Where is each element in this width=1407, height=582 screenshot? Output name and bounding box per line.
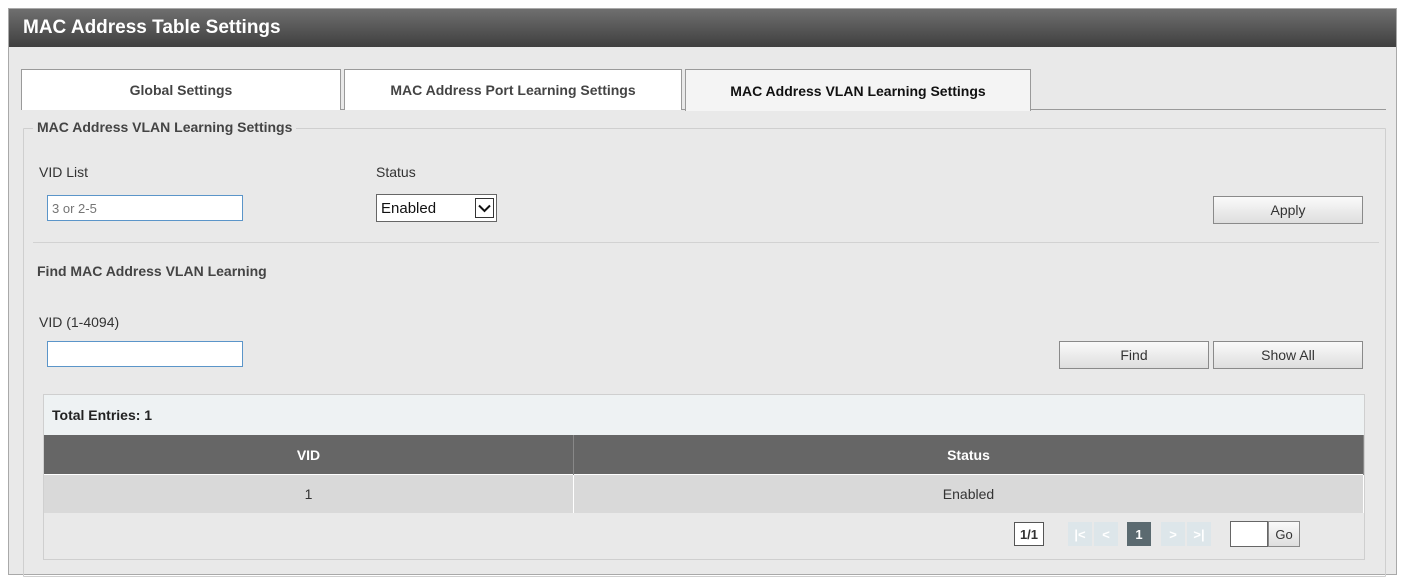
tab-label: MAC Address VLAN Learning Settings <box>730 82 986 99</box>
settings-panel: MAC Address Table Settings Global Settin… <box>8 8 1397 577</box>
current-page-button[interactable]: 1 <box>1127 522 1151 546</box>
vid-cell: 1 <box>44 474 574 513</box>
page-indicator: 1/1 <box>1014 522 1044 546</box>
status-select-value: Enabled <box>381 199 437 217</box>
vid-list-label: VID List <box>39 164 89 180</box>
tab-port-learning-settings[interactable]: MAC Address Port Learning Settings <box>344 69 682 110</box>
status-select[interactable]: Enabled <box>376 194 497 222</box>
status-label: Status <box>376 164 416 180</box>
table-row: 1 Enabled <box>44 474 1364 513</box>
section-divider <box>33 242 1379 243</box>
results-table: VID Status 1 Enabled <box>44 435 1364 513</box>
settings-legend: MAC Address VLAN Learning Settings <box>33 119 297 135</box>
pagination: 1/1 |< < 1 > >| Go <box>1014 521 1354 550</box>
results-table-container: Total Entries: 1 VID Status 1 Enabled 1/… <box>43 394 1365 560</box>
first-page-button[interactable]: |< <box>1068 522 1092 546</box>
vid-label: VID (1-4094) <box>39 314 120 330</box>
status-cell: Enabled <box>573 474 1364 513</box>
last-page-button[interactable]: >| <box>1187 522 1211 546</box>
page-title: MAC Address Table Settings <box>9 9 1396 47</box>
table-header-row: VID Status <box>44 435 1364 475</box>
column-header-status: Status <box>573 435 1364 475</box>
tab-label: MAC Address Port Learning Settings <box>390 82 636 98</box>
go-button[interactable]: Go <box>1268 521 1300 547</box>
vid-input[interactable] <box>47 341 243 367</box>
total-entries: Total Entries: 1 <box>44 395 1364 435</box>
tab-global-settings[interactable]: Global Settings <box>21 69 341 110</box>
tab-vlan-learning-settings[interactable]: MAC Address VLAN Learning Settings <box>685 69 1031 111</box>
column-header-vid: VID <box>44 435 574 475</box>
find-button[interactable]: Find <box>1059 341 1209 369</box>
vid-list-input[interactable] <box>47 195 243 221</box>
apply-button[interactable]: Apply <box>1213 196 1363 224</box>
prev-page-button[interactable]: < <box>1094 522 1118 546</box>
chevron-down-icon[interactable] <box>475 198 494 218</box>
show-all-button[interactable]: Show All <box>1213 341 1363 369</box>
next-page-button[interactable]: > <box>1161 522 1185 546</box>
find-section-title: Find MAC Address VLAN Learning <box>37 263 267 279</box>
tab-label: Global Settings <box>129 82 233 98</box>
go-page-input[interactable] <box>1230 521 1268 547</box>
tab-bar: Global Settings MAC Address Port Learnin… <box>21 69 1386 111</box>
